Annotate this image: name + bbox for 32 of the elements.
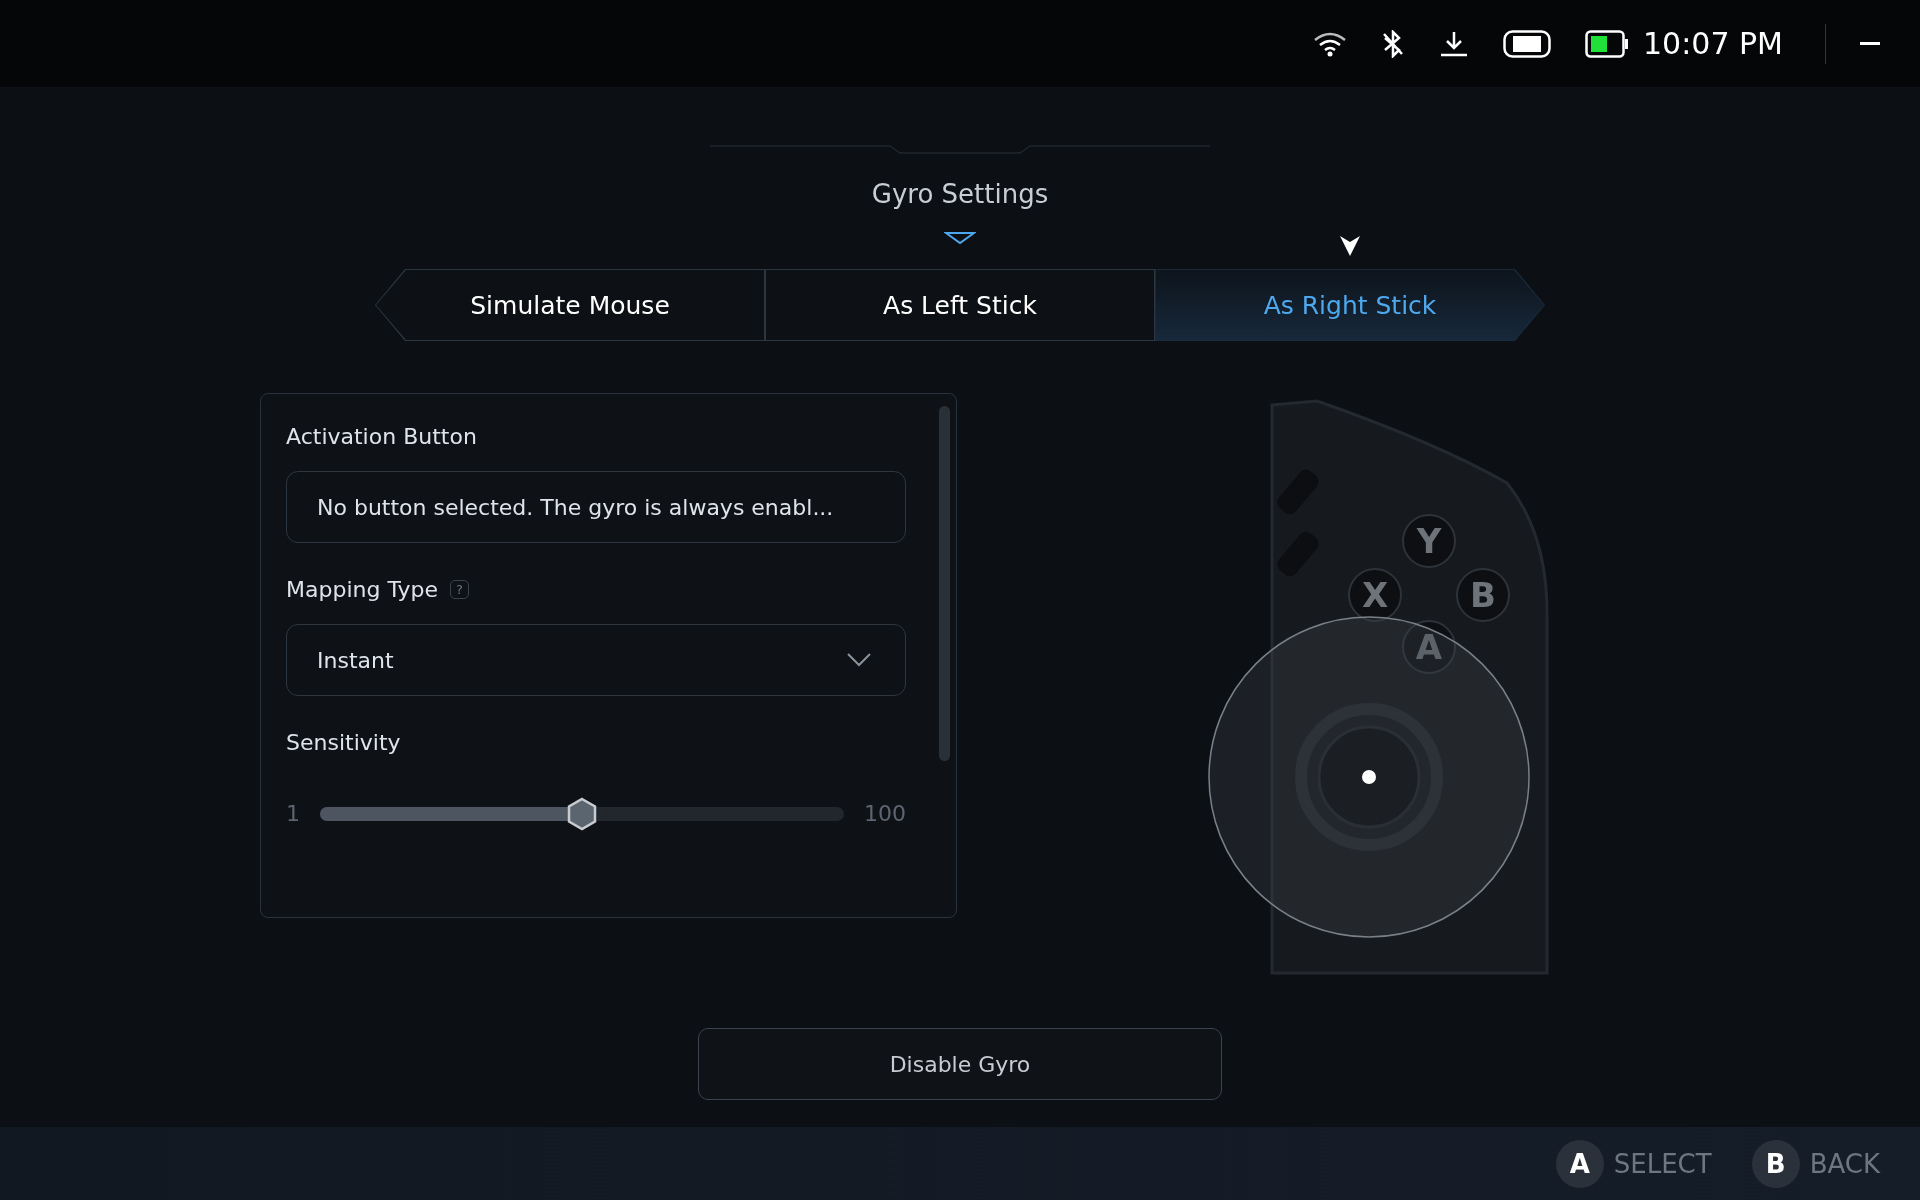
handheld-icon [1503, 29, 1552, 58]
mapping-dropdown[interactable]: Instant [286, 624, 906, 696]
slider-min: 1 [286, 801, 300, 826]
page-title: Gyro Settings [871, 179, 1049, 209]
slider-thumb[interactable] [565, 796, 599, 831]
button-letter: X [1361, 575, 1389, 615]
hint-label: BACK [1809, 1148, 1880, 1179]
controller-key-icon: B [1751, 1139, 1800, 1188]
wifi-icon [1313, 30, 1348, 57]
button-letter: A [1415, 627, 1443, 667]
button-letter: B [1470, 575, 1496, 615]
help-icon[interactable]: ? [449, 580, 469, 599]
field-label: Activation Button [286, 424, 477, 449]
tab[interactable]: As Left Stick [765, 269, 1155, 341]
field-label: Mapping Type [286, 577, 438, 602]
clock-time: 10:07 PM [1643, 26, 1783, 61]
pointer-icon [1339, 235, 1361, 257]
bluetooth-icon [1381, 29, 1406, 58]
tab[interactable]: Simulate Mouse [375, 269, 765, 341]
controller-key-icon: A [1555, 1139, 1604, 1188]
battery-icon [1585, 29, 1630, 58]
minimize-icon[interactable] [1860, 41, 1880, 46]
chevron-down-icon [847, 653, 871, 667]
activation-field[interactable]: No button selected. The gyro is always enabl... [286, 471, 906, 543]
slider-max: 100 [864, 801, 906, 826]
hint-label: SELECT [1613, 1148, 1712, 1179]
field-label: Sensitivity [286, 730, 401, 755]
button-letter: Y [1416, 521, 1442, 561]
disable-gyro-button[interactable]: Disable Gyro [698, 1028, 1222, 1100]
tab[interactable]: As Right Stick [1155, 269, 1545, 341]
triangle-icon [944, 231, 976, 245]
download-icon [1439, 29, 1470, 58]
